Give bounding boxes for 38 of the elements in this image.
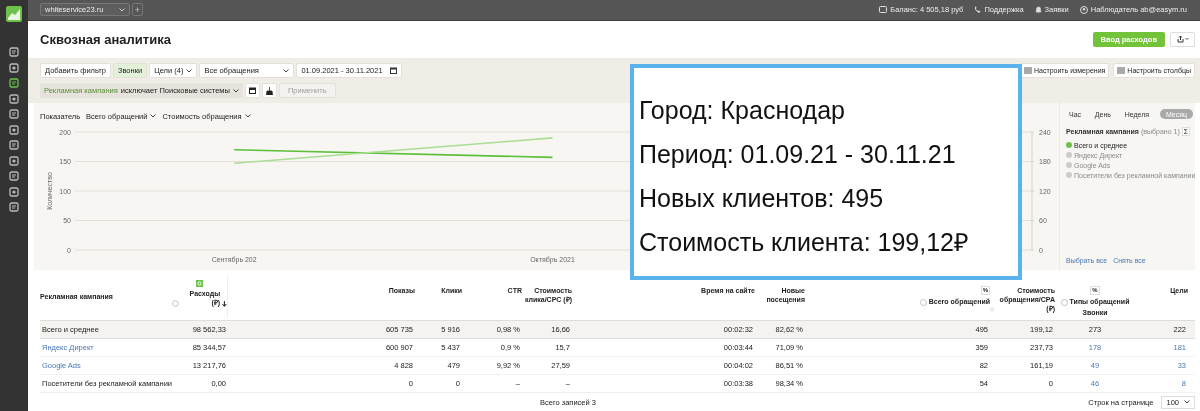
caret-icon xyxy=(150,114,157,118)
caret-icon xyxy=(283,68,290,73)
info-line: Период: 01.09.21 - 30.11.21 xyxy=(639,139,957,170)
sidebar-icon[interactable] xyxy=(9,78,19,88)
info-line: Новых клиентов: 495 xyxy=(639,183,885,214)
add-button[interactable]: + xyxy=(132,3,143,17)
info-line: Город: Краснодар xyxy=(639,95,846,126)
sidebar-icon[interactable] xyxy=(9,62,19,73)
calendar-icon xyxy=(390,67,398,74)
caret-icon xyxy=(119,7,125,12)
calendar-button[interactable] xyxy=(244,83,260,98)
brush-icon xyxy=(265,86,273,95)
sidebar-icon[interactable] xyxy=(9,93,19,104)
sort-arrow-icon[interactable] xyxy=(222,301,227,307)
columns-icon xyxy=(1024,67,1032,74)
sidebar-icon[interactable] xyxy=(9,140,19,150)
sidebar-icon[interactable] xyxy=(9,186,19,197)
export-icon xyxy=(1176,35,1189,44)
sidebar-icon[interactable] xyxy=(9,109,19,119)
user-icon xyxy=(1079,5,1088,14)
wallet-icon xyxy=(879,6,888,14)
columns-icon xyxy=(1117,67,1126,74)
phone-icon xyxy=(974,5,982,14)
sidebar-icon[interactable] xyxy=(9,47,19,57)
sidebar-icon[interactable] xyxy=(9,155,19,166)
export-button[interactable] xyxy=(1170,31,1195,47)
caret-icon xyxy=(232,88,239,93)
clear-filter-button[interactable] xyxy=(261,83,277,98)
page-title: Сквозная аналитика xyxy=(40,31,171,47)
sidebar-icon[interactable] xyxy=(9,124,19,135)
caret-icon xyxy=(186,68,193,73)
sidebar-icon[interactable] xyxy=(9,202,19,212)
sidebar-icon[interactable] xyxy=(9,171,19,181)
info-line: Стоимость клиента: 199,12₽ xyxy=(639,227,970,258)
bell-icon xyxy=(1034,5,1042,14)
caret-icon xyxy=(244,114,251,118)
calendar-icon xyxy=(248,87,256,94)
caret-icon xyxy=(1184,400,1190,404)
